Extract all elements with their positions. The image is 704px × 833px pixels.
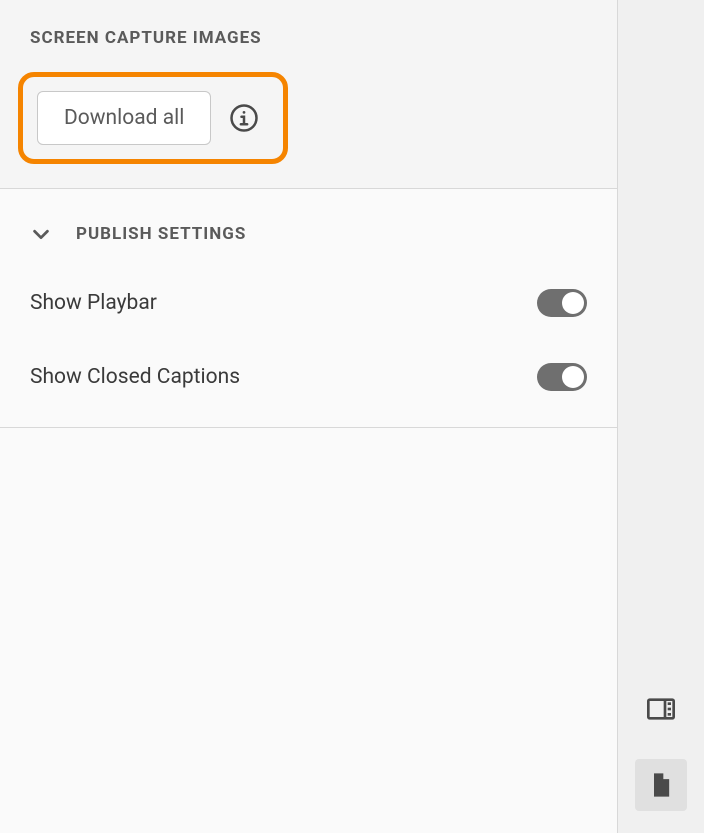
- right-rail: [618, 0, 704, 833]
- settings-panel: SCREEN CAPTURE IMAGES Download all PUBLI…: [0, 0, 618, 833]
- download-all-button[interactable]: Download all: [37, 91, 211, 145]
- show-captions-row: Show Closed Captions: [30, 361, 587, 393]
- chevron-down-icon[interactable]: [30, 223, 52, 245]
- publish-settings-section: PUBLISH SETTINGS Show Playbar Show Close…: [0, 189, 617, 428]
- panel-layout-button[interactable]: [635, 683, 687, 735]
- show-playbar-row: Show Playbar: [30, 287, 587, 319]
- publish-settings-header[interactable]: PUBLISH SETTINGS: [30, 223, 587, 245]
- download-highlight-box: Download all: [18, 72, 288, 164]
- screen-capture-title: SCREEN CAPTURE IMAGES: [30, 28, 587, 48]
- empty-area: [0, 428, 617, 833]
- screen-capture-section: SCREEN CAPTURE IMAGES Download all: [0, 0, 617, 189]
- show-playbar-toggle[interactable]: [537, 289, 587, 317]
- document-button[interactable]: [635, 759, 687, 811]
- show-captions-label: Show Closed Captions: [30, 365, 240, 389]
- show-captions-toggle[interactable]: [537, 363, 587, 391]
- info-icon[interactable]: [229, 103, 259, 133]
- show-playbar-label: Show Playbar: [30, 291, 157, 315]
- publish-settings-title: PUBLISH SETTINGS: [76, 224, 246, 244]
